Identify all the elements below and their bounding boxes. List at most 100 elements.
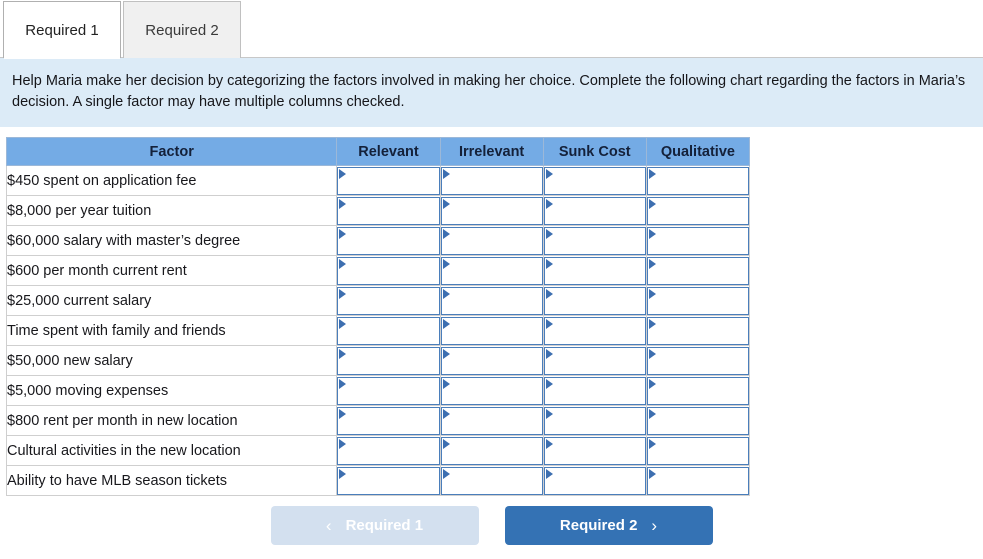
option-cell-sunk-cost — [542, 195, 647, 227]
dropdown-qualitative[interactable] — [646, 256, 749, 285]
dropdown-irrelevant[interactable] — [440, 346, 543, 375]
dropdown-qualitative[interactable] — [646, 226, 749, 255]
dropdown-qualitative[interactable] — [646, 196, 749, 225]
dropdown-qualitative[interactable] — [646, 316, 749, 345]
dropdown-sunk-cost[interactable] — [543, 316, 646, 345]
dropdown-qualitative[interactable] — [646, 376, 749, 405]
table-row: $5,000 moving expenses — [5, 375, 751, 407]
option-cell-sunk-cost — [542, 285, 647, 317]
dropdown-sunk-cost[interactable] — [543, 256, 646, 285]
option-cell-irrelevant — [439, 465, 544, 497]
dropdown-sunk-cost[interactable] — [543, 466, 646, 495]
factor-label-cell: $8,000 per year tuition — [5, 195, 338, 227]
dropdown-qualitative[interactable] — [646, 406, 749, 435]
triangle-marker-icon — [648, 378, 656, 389]
triangle-marker-icon — [442, 228, 450, 239]
triangle-marker-icon — [339, 468, 347, 479]
option-cell-irrelevant — [439, 195, 544, 227]
triangle-marker-icon — [339, 378, 347, 389]
dropdown-relevant[interactable] — [337, 166, 440, 195]
table-row: $50,000 new salary — [5, 345, 751, 377]
dropdown-irrelevant[interactable] — [440, 226, 543, 255]
column-header-qualitative: Qualitative — [645, 137, 751, 167]
triangle-marker-icon — [442, 348, 450, 359]
dropdown-relevant[interactable] — [337, 316, 440, 345]
next-required-label: Required 2 — [559, 517, 638, 534]
dropdown-relevant[interactable] — [337, 436, 440, 465]
dropdown-sunk-cost[interactable] — [543, 436, 646, 465]
dropdown-irrelevant[interactable] — [440, 316, 543, 345]
triangle-marker-icon — [442, 468, 450, 479]
option-cell-irrelevant — [439, 255, 544, 287]
triangle-marker-icon — [339, 228, 347, 239]
option-cell-sunk-cost — [542, 165, 647, 197]
next-required-button[interactable]: Required 2 › — [504, 506, 713, 545]
tab-required-2[interactable]: Required 2 — [123, 1, 241, 58]
option-cell-relevant — [336, 195, 441, 227]
dropdown-irrelevant[interactable] — [440, 166, 543, 195]
dropdown-relevant[interactable] — [337, 226, 440, 255]
triangle-marker-icon — [339, 288, 347, 299]
dropdown-irrelevant[interactable] — [440, 436, 543, 465]
dropdown-qualitative[interactable] — [646, 346, 749, 375]
dropdown-irrelevant[interactable] — [440, 286, 543, 315]
dropdown-sunk-cost[interactable] — [543, 166, 646, 195]
dropdown-relevant[interactable] — [337, 406, 440, 435]
triangle-marker-icon — [648, 318, 656, 329]
option-cell-relevant — [336, 225, 441, 257]
dropdown-irrelevant[interactable] — [440, 466, 543, 495]
dropdown-sunk-cost[interactable] — [543, 376, 646, 405]
triangle-marker-icon — [648, 228, 656, 239]
dropdown-qualitative[interactable] — [646, 436, 749, 465]
column-header-irrelevant: Irrelevant — [439, 137, 544, 167]
triangle-marker-icon — [545, 168, 553, 179]
factor-label-cell: Cultural activities in the new location — [5, 435, 338, 467]
option-cell-relevant — [336, 315, 441, 347]
dropdown-qualitative[interactable] — [646, 286, 749, 315]
factor-label-cell: Ability to have MLB season tickets — [5, 465, 338, 497]
option-cell-relevant — [336, 345, 441, 377]
dropdown-relevant[interactable] — [337, 286, 440, 315]
dropdown-irrelevant[interactable] — [440, 256, 543, 285]
option-cell-qualitative — [645, 405, 751, 437]
table-row: $8,000 per year tuition — [5, 195, 751, 227]
factor-table-container: Factor Relevant Irrelevant Sunk Cost Qua… — [0, 127, 983, 497]
dropdown-relevant[interactable] — [337, 256, 440, 285]
chevron-left-icon: ‹ — [325, 516, 332, 535]
previous-required-button[interactable]: ‹ Required 1 — [270, 506, 479, 545]
dropdown-sunk-cost[interactable] — [543, 286, 646, 315]
option-cell-sunk-cost — [542, 375, 647, 407]
tab-required-1[interactable]: Required 1 — [3, 1, 121, 59]
table-header-row: Factor Relevant Irrelevant Sunk Cost Qua… — [5, 137, 751, 167]
triangle-marker-icon — [339, 168, 347, 179]
dropdown-sunk-cost[interactable] — [543, 346, 646, 375]
triangle-marker-icon — [545, 228, 553, 239]
dropdown-relevant[interactable] — [337, 346, 440, 375]
dropdown-relevant[interactable] — [337, 196, 440, 225]
dropdown-relevant[interactable] — [337, 466, 440, 495]
option-cell-irrelevant — [439, 285, 544, 317]
dropdown-qualitative[interactable] — [646, 466, 749, 495]
dropdown-irrelevant[interactable] — [440, 196, 543, 225]
dropdown-irrelevant[interactable] — [440, 406, 543, 435]
option-cell-irrelevant — [439, 435, 544, 467]
dropdown-sunk-cost[interactable] — [543, 406, 646, 435]
dropdown-sunk-cost[interactable] — [543, 226, 646, 255]
table-row: Time spent with family and friends — [5, 315, 751, 347]
dropdown-sunk-cost[interactable] — [543, 196, 646, 225]
tab-strip: Required 1 Required 2 — [0, 0, 983, 59]
factor-label-cell: $450 spent on application fee — [5, 165, 338, 197]
dropdown-irrelevant[interactable] — [440, 376, 543, 405]
dropdown-qualitative[interactable] — [646, 166, 749, 195]
option-cell-relevant — [336, 435, 441, 467]
triangle-marker-icon — [545, 438, 553, 449]
triangle-marker-icon — [648, 198, 656, 209]
option-cell-qualitative — [645, 255, 751, 287]
option-cell-qualitative — [645, 375, 751, 407]
triangle-marker-icon — [545, 348, 553, 359]
option-cell-qualitative — [645, 165, 751, 197]
table-row: $25,000 current salary — [5, 285, 751, 317]
dropdown-relevant[interactable] — [337, 376, 440, 405]
option-cell-sunk-cost — [542, 465, 647, 497]
triangle-marker-icon — [339, 348, 347, 359]
